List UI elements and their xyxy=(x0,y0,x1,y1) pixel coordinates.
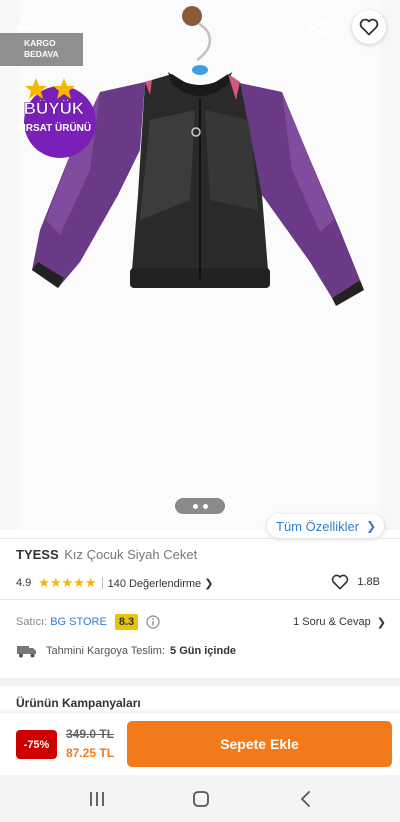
recent-apps-icon xyxy=(90,791,104,806)
reviews-label: 140 Değerlendirme xyxy=(107,577,202,590)
favorite-count[interactable]: 1.8B xyxy=(331,574,380,590)
all-features-button[interactable]: Tüm Özellikler ❯ xyxy=(267,514,384,538)
shipping-value: 5 Gün içinde xyxy=(170,645,237,657)
gallery-pager[interactable] xyxy=(175,498,225,514)
product-brand[interactable]: TYESS xyxy=(16,547,59,562)
pager-dot[interactable] xyxy=(202,503,208,509)
all-features-label: Tüm Özellikler xyxy=(276,518,360,534)
shipping-label: Tahmini Kargoya Teslim: xyxy=(46,645,166,657)
new-price: 87.25 TL xyxy=(66,746,115,760)
seller-row: Satıcı: BG STORE 8.3 1 Soru & Cevap ❯ xyxy=(16,612,386,632)
info-icon[interactable] xyxy=(146,615,160,629)
divider xyxy=(0,599,400,600)
system-nav-bar xyxy=(0,775,400,822)
section-divider xyxy=(0,678,400,686)
big-deal-badge: BÜYÜK FIRSAT ÜRÜNÜ xyxy=(17,78,96,158)
big-deal-line2: FIRSAT ÜRÜNÜ xyxy=(17,121,91,134)
divider xyxy=(101,577,103,589)
heart-icon xyxy=(359,18,379,36)
free-shipping-badge: KARGO BEDAVA xyxy=(0,33,83,66)
rating-row: 4.9 ★★★★★ 140 Değerlendirme ❯ 1.8B xyxy=(16,574,386,592)
product-name: Kız Çocuk Siyah Ceket xyxy=(64,547,198,562)
qa-link[interactable]: 1 Soru & Cevap ❯ xyxy=(293,616,386,629)
home-button[interactable] xyxy=(171,775,231,822)
chevron-right-icon: ❯ xyxy=(204,577,214,590)
seller-label: Satıcı: xyxy=(16,616,48,628)
free-shipping-line2: BEDAVA xyxy=(24,49,59,59)
shipping-row: Tahmini Kargoya Teslim: 5 Gün içinde xyxy=(16,642,386,660)
system-back-button[interactable] xyxy=(276,775,336,822)
favorite-count-value: 1.8B xyxy=(357,576,380,588)
rating-value: 4.9 xyxy=(16,577,32,589)
pager-dot[interactable] xyxy=(192,503,198,509)
qa-label: 1 Soru & Cevap xyxy=(293,616,371,628)
product-title: TYESS Kız Çocuk Siyah Ceket xyxy=(16,547,197,562)
seller-link[interactable]: BG STORE xyxy=(50,616,107,628)
reviews-link[interactable]: 140 Değerlendirme ❯ xyxy=(108,577,214,590)
purchase-bar: -75% 349.0 TL 87.25 TL Sepete Ekle xyxy=(0,713,400,775)
truck-icon xyxy=(17,646,36,658)
seller-score-badge: 8.3 xyxy=(114,614,139,630)
old-price: 349.0 TL xyxy=(66,727,115,741)
campaigns-title: Ürünün Kampanyaları xyxy=(16,696,141,710)
free-shipping-line1: KARGO xyxy=(24,38,56,48)
discount-badge: -75% xyxy=(16,730,57,759)
product-gallery[interactable]: KARGO BEDAVA BÜYÜK FIRSAT ÜRÜNÜ xyxy=(0,0,400,530)
chevron-right-icon: ❯ xyxy=(366,519,377,533)
add-to-cart-button[interactable]: Sepete Ekle xyxy=(127,721,392,767)
home-icon xyxy=(193,790,209,807)
heart-icon xyxy=(332,574,349,590)
product-page: KARGO BEDAVA BÜYÜK FIRSAT ÜRÜNÜ Tüm Özel… xyxy=(0,0,400,822)
divider xyxy=(0,538,400,539)
share-icon xyxy=(309,19,326,37)
recent-apps-button[interactable] xyxy=(67,775,127,822)
rating-stars: ★★★★★ xyxy=(38,575,97,590)
favorite-button[interactable] xyxy=(352,10,386,44)
chevron-left-icon xyxy=(301,790,310,807)
share-button[interactable] xyxy=(302,12,334,44)
chevron-right-icon: ❯ xyxy=(376,616,386,629)
big-deal-line1: BÜYÜK xyxy=(24,99,85,118)
